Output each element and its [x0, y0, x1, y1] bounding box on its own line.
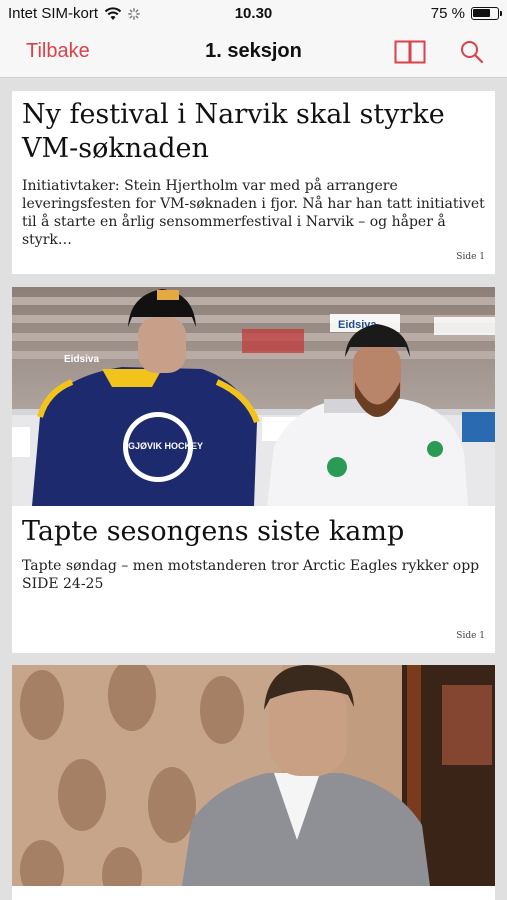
article-page-number: Side 1 [456, 252, 485, 262]
article-lead: Initiativtaker: Stein Hjertholm var med … [22, 178, 485, 248]
status-right: 75 % [430, 5, 502, 22]
status-bar: Intet SIM-kort 10.30 75 % [0, 0, 507, 28]
double-page-icon [394, 40, 426, 64]
article-page-number: Side 1 [456, 631, 485, 641]
article-title: Ny festival i Narvik skal styrke VM-søkn… [22, 99, 445, 164]
jersey-sponsor: Eidsiva [64, 354, 99, 365]
article-title: Tapte sesongens siste kamp [22, 516, 405, 547]
article-photo: Eidsiva GJØVIK HOCKEY Eidsiva [12, 287, 495, 506]
search-icon [461, 41, 484, 64]
article-card[interactable]: Ny festival i Narvik skal styrke VM-søkn… [12, 91, 495, 274]
battery-percent: 75 % [430, 5, 465, 22]
article-lead: Tapte søndag – men motstanderen tror Arc… [22, 558, 480, 592]
search-button[interactable] [460, 40, 484, 69]
back-button[interactable]: Tilbake [26, 40, 90, 63]
article-feed[interactable]: Ny festival i Narvik skal styrke VM-søkn… [0, 79, 507, 900]
article-card[interactable] [12, 665, 495, 900]
jersey-logo-text: GJØVIK HOCKEY [128, 441, 203, 451]
battery-icon [471, 7, 502, 20]
man-portrait-photo [12, 665, 495, 886]
page-view-button[interactable] [394, 40, 426, 69]
hockey-players-photo: Eidsiva GJØVIK HOCKEY Eidsiva [12, 287, 495, 506]
navigation-bar: Tilbake 1. seksjon [0, 28, 507, 78]
article-card[interactable]: Eidsiva GJØVIK HOCKEY Eidsiva Tapte seso… [12, 287, 495, 653]
article-photo [12, 665, 495, 886]
